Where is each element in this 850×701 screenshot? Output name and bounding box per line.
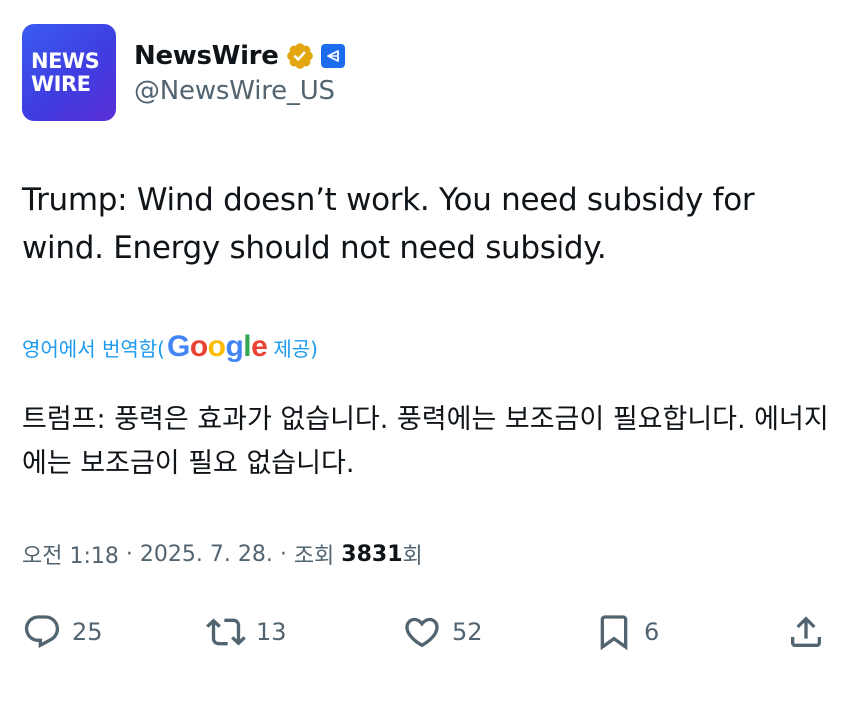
bookmark-count: 6 <box>644 618 660 646</box>
author-display-name[interactable]: NewsWire <box>134 41 279 71</box>
affiliate-badge-icon[interactable] <box>320 44 345 68</box>
retweet-count: 13 <box>256 618 287 646</box>
share-icon <box>791 616 821 647</box>
tweet-time[interactable]: 오전 1:18 <box>22 538 119 570</box>
avatar-logo-text: NEWS WIRE <box>31 49 100 96</box>
translated-tweet-text: 트럼프: 풍력은 효과가 없습니다. 풍력에는 보조금이 필요합니다. 에너지에… <box>22 404 829 479</box>
tweet-meta: 오전 1:18 · 2025. 7. 28. · 조회 3831 회 <box>22 536 423 572</box>
heart-icon <box>405 617 439 648</box>
tweet-text: Trump: Wind doesn’t work. You need subsi… <box>22 182 755 266</box>
retweet-icon <box>206 618 246 646</box>
author-handle[interactable]: @NewsWire_US <box>134 76 335 106</box>
translation-prefix: 영어에서 번역함( <box>22 336 165 361</box>
views-label: 조회 <box>293 544 342 569</box>
retweet-button[interactable]: 13 <box>206 610 287 654</box>
verified-badge-icon[interactable] <box>285 41 315 71</box>
meta-separator: · <box>272 541 294 567</box>
avatar[interactable]: NEWS WIRE <box>22 24 116 121</box>
bookmark-button[interactable]: 6 <box>594 610 659 654</box>
google-logo: Google <box>166 330 268 363</box>
views-suffix: 회 <box>402 544 423 569</box>
reply-count: 25 <box>72 618 103 646</box>
author-name-row: NewsWire <box>134 38 345 74</box>
views-count: 3831 <box>341 541 403 567</box>
like-button[interactable]: 52 <box>402 610 483 654</box>
bookmark-icon <box>600 615 628 651</box>
translation-attribution[interactable]: 영어에서 번역함( Google 제공) <box>22 330 318 364</box>
share-button[interactable] <box>786 610 826 654</box>
reply-icon <box>24 615 60 649</box>
translation-suffix: 제공) <box>273 336 318 361</box>
tweet-date[interactable]: 2025. 7. 28. <box>140 542 273 567</box>
reply-button[interactable]: 25 <box>22 610 103 654</box>
tweet-actions: 25 13 52 6 <box>0 610 850 654</box>
like-count: 52 <box>452 618 483 646</box>
tweet-header: NEWS WIRE NewsWire @NewsWire_US <box>22 24 822 124</box>
meta-separator: · <box>118 541 140 567</box>
